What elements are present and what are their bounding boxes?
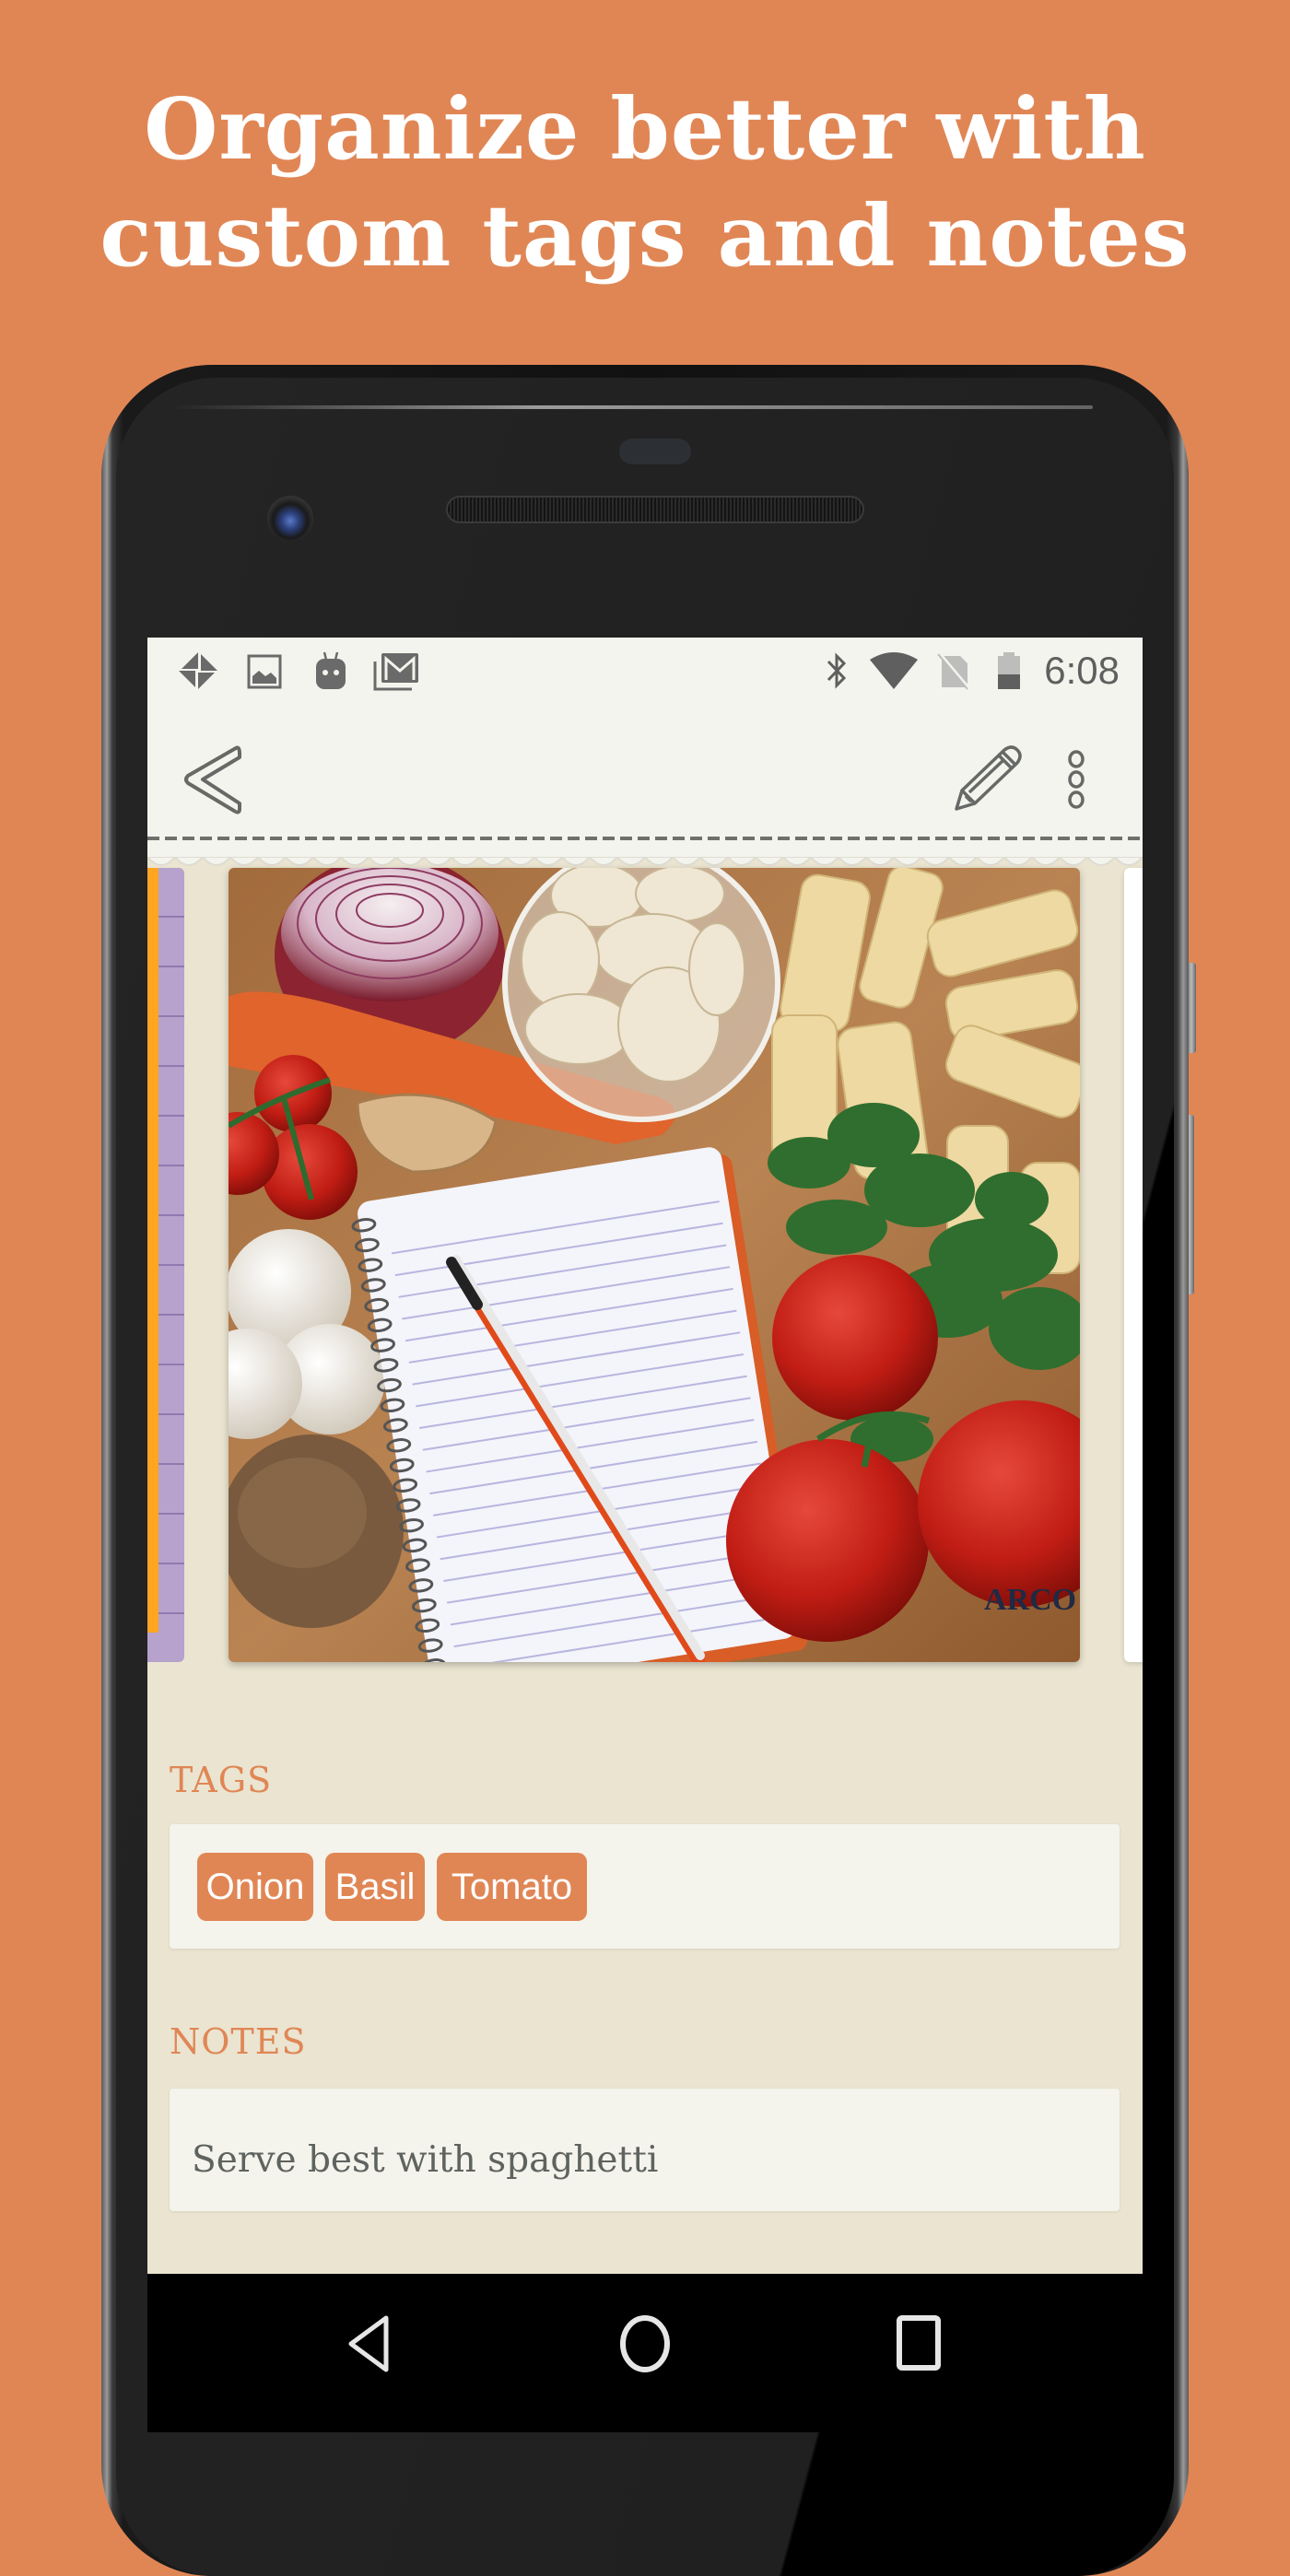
headline: Organize better with custom tags and not… — [0, 76, 1290, 289]
tag-chip[interactable]: Onion — [197, 1853, 313, 1921]
tags-label: TAGS — [170, 1760, 273, 1800]
more-options-button[interactable] — [1060, 743, 1093, 816]
status-bar: 6:08 — [147, 638, 1143, 719]
tag-chip[interactable]: Tomato — [437, 1853, 587, 1921]
image-carousel[interactable]: ARCO — [147, 868, 1143, 1662]
board-brand-text: ARCO — [984, 1583, 1076, 1617]
nav-recents-button[interactable] — [896, 2314, 944, 2373]
tags-field[interactable]: Onion Basil Tomato — [170, 1824, 1120, 1949]
gmail-icon — [373, 653, 418, 691]
garlic-bowl — [502, 868, 780, 1122]
chevron-left-icon — [184, 745, 241, 814]
wifi-icon — [870, 652, 918, 689]
battery-icon — [998, 652, 1020, 689]
back-button[interactable] — [181, 743, 247, 816]
notes-text: Serve best with spaghetti — [192, 2139, 659, 2181]
home-circle-icon — [620, 2315, 670, 2372]
nav-home-button[interactable] — [617, 2314, 673, 2373]
pencil-icon — [955, 745, 1022, 811]
no-sim-icon — [937, 652, 971, 691]
proximity-sensor — [619, 439, 691, 464]
android-icon — [316, 651, 346, 689]
glass-glare — [171, 405, 1093, 409]
notes-field[interactable]: Serve best with spaghetti — [170, 2089, 1120, 2211]
app-screen: 6:08 ARCO TAGS Onion Basil Tomato NOTES … — [147, 638, 1143, 2274]
edit-button[interactable] — [951, 744, 1025, 814]
recipe-photo-illustration: ARCO — [229, 868, 1080, 1662]
overflow-menu-icon — [1068, 750, 1085, 809]
recipe-photo[interactable]: ARCO — [229, 868, 1080, 1662]
recents-square-icon — [897, 2315, 941, 2371]
nav-back-button[interactable] — [346, 2314, 392, 2373]
toolbar-divider — [147, 837, 1143, 840]
earpiece-speaker — [448, 498, 862, 521]
image-icon — [247, 654, 282, 689]
back-triangle-icon — [348, 2315, 389, 2372]
next-image-card[interactable] — [1124, 868, 1143, 1662]
headline-line-2: custom tags and notes — [100, 186, 1190, 286]
notes-label: NOTES — [170, 2021, 307, 2062]
tag-chip[interactable]: Basil — [325, 1853, 425, 1921]
headline-line-1: Organize better with — [144, 79, 1146, 179]
navigation-bar — [147, 2274, 1143, 2432]
clock: 6:08 — [1044, 649, 1120, 692]
bluetooth-icon — [827, 652, 847, 689]
front-camera — [267, 496, 313, 542]
previous-image-card[interactable] — [147, 868, 184, 1662]
pinwheel-icon — [179, 652, 217, 689]
